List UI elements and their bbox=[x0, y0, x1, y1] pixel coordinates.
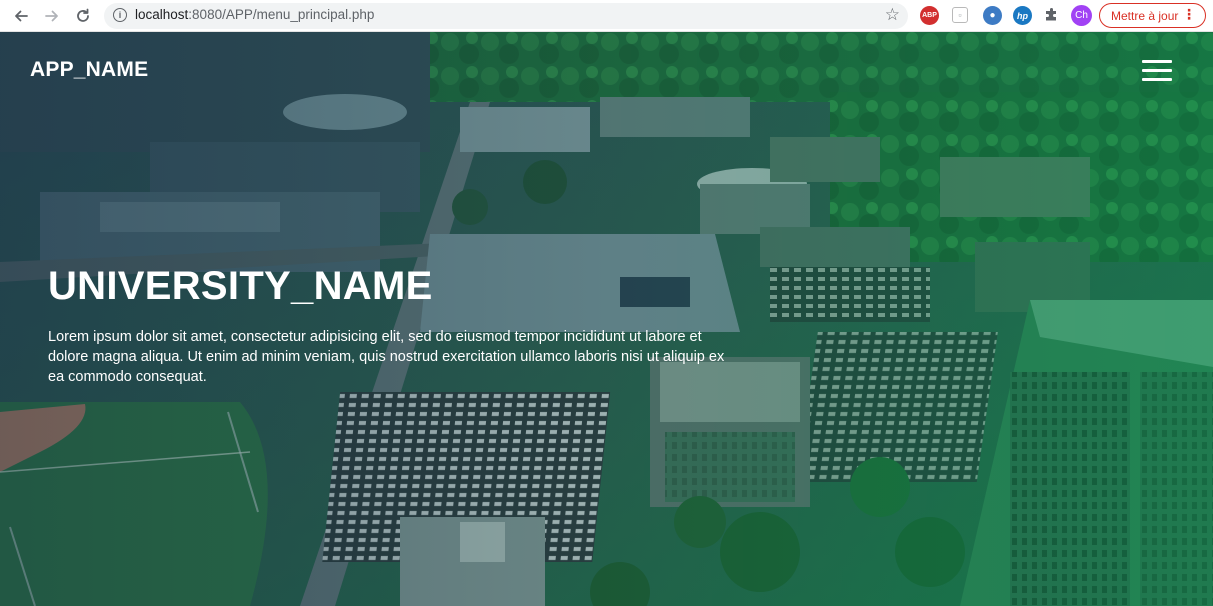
navbar-brand[interactable]: APP_NAME bbox=[30, 58, 148, 82]
url-host: localhost bbox=[135, 7, 189, 22]
url-text[interactable]: localhost:8080/APP/menu_principal.php bbox=[135, 7, 374, 22]
back-icon[interactable] bbox=[10, 5, 32, 27]
address-bar[interactable]: i localhost:8080/APP/menu_principal.php … bbox=[104, 3, 908, 29]
hamburger-line bbox=[1142, 60, 1172, 63]
hero-title: UNIVERSITY_NAME bbox=[48, 264, 433, 308]
update-button[interactable]: Mettre à jour ⋮ bbox=[1099, 3, 1206, 28]
hamburger-line bbox=[1142, 78, 1172, 81]
page-viewport: APP_NAME UNIVERSITY_NAME Lorem ipsum dol… bbox=[0, 32, 1213, 606]
adblock-plus-icon[interactable]: ABP bbox=[920, 6, 939, 25]
url-path: :8080/APP/menu_principal.php bbox=[188, 7, 375, 22]
pocket-extension-icon[interactable]: ▫ bbox=[952, 7, 968, 23]
opera-extension-icon[interactable]: ● bbox=[983, 6, 1002, 25]
star-icon[interactable]: ☆ bbox=[885, 5, 900, 25]
kebab-menu-icon[interactable]: ⋮ bbox=[1182, 6, 1196, 23]
profile-avatar[interactable]: Ch bbox=[1071, 5, 1092, 26]
info-icon[interactable]: i bbox=[113, 8, 127, 22]
puzzle-icon[interactable] bbox=[1042, 5, 1062, 24]
hp-extension-icon[interactable]: hp bbox=[1013, 6, 1032, 25]
hero-description: Lorem ipsum dolor sit amet, consectetur … bbox=[48, 329, 725, 385]
reload-icon[interactable] bbox=[72, 5, 94, 27]
update-label: Mettre à jour bbox=[1111, 8, 1179, 23]
hamburger-icon[interactable] bbox=[1142, 60, 1172, 82]
hamburger-line bbox=[1142, 69, 1172, 72]
hp-label: hp bbox=[1017, 10, 1028, 21]
profile-initials: Ch bbox=[1075, 10, 1088, 21]
browser-toolbar: i localhost:8080/APP/menu_principal.php … bbox=[0, 0, 1213, 32]
adblock-label: ABP bbox=[922, 12, 937, 19]
color-overlay bbox=[0, 32, 1213, 606]
forward-icon[interactable] bbox=[41, 5, 63, 27]
